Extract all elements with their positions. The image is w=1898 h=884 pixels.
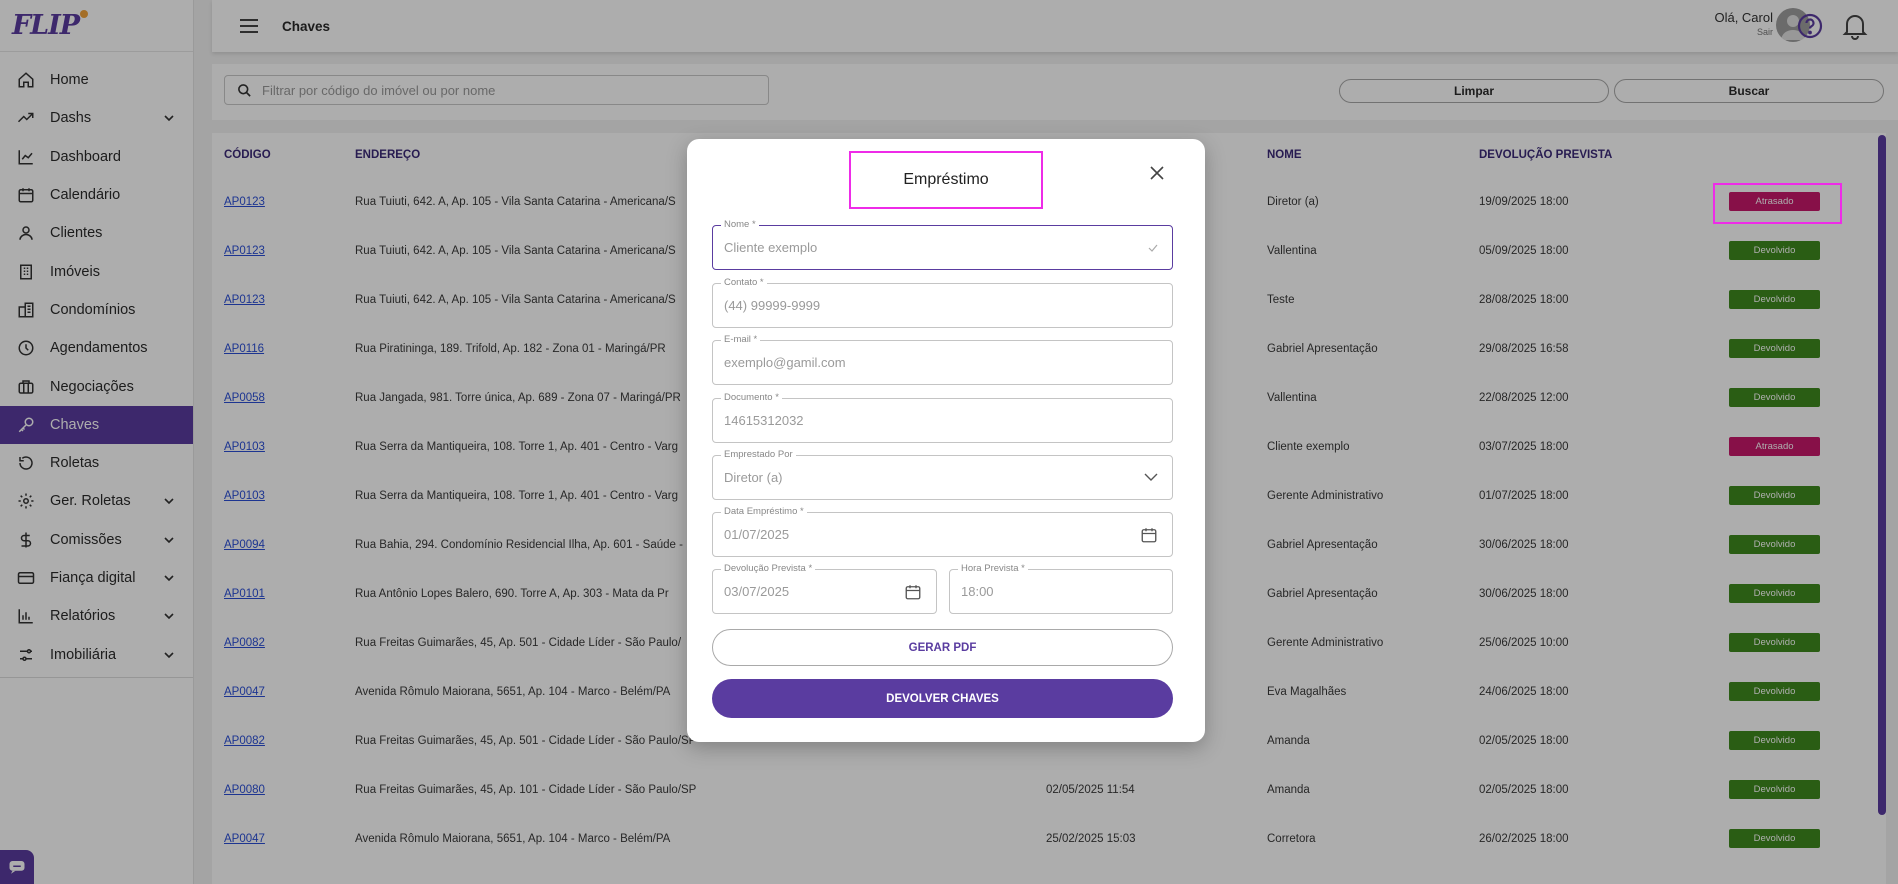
document-field-label: Documento * <box>721 392 782 403</box>
lent-by-select[interactable]: Emprestado Por Diretor (a) <box>712 449 1173 500</box>
contact-field-label: Contato * <box>721 277 767 288</box>
lent-by-label: Emprestado Por <box>721 449 796 460</box>
loan-date-value: 01/07/2025 <box>724 527 790 542</box>
name-field-value: Cliente exemplo <box>724 240 818 255</box>
close-icon[interactable] <box>1149 165 1165 181</box>
document-field[interactable]: Documento * 14615312032 <box>712 392 1173 443</box>
return-date-label: Devolução Prevista * <box>721 563 816 574</box>
contact-field-placeholder: (44) 99999-9999 <box>724 298 821 313</box>
modal-title: Empréstimo <box>849 151 1043 209</box>
generate-pdf-button[interactable]: GERAR PDF <box>712 629 1173 666</box>
name-field-label: Nome * <box>721 219 759 230</box>
name-field[interactable]: Nome * Cliente exemplo <box>712 219 1173 270</box>
return-keys-button[interactable]: DEVOLVER CHAVES <box>712 679 1173 718</box>
document-field-value: 14615312032 <box>724 413 804 428</box>
lent-by-value: Diretor (a) <box>724 470 783 485</box>
loan-modal: Empréstimo Nome * Cliente exemplo Contat… <box>687 139 1205 742</box>
contact-field[interactable]: Contato * (44) 99999-9999 <box>712 277 1173 328</box>
calendar-icon[interactable] <box>904 583 922 601</box>
email-field-placeholder: exemplo@gamil.com <box>724 355 846 370</box>
loan-date-label: Data Empréstimo * <box>721 506 807 517</box>
return-date-field[interactable]: Devolução Prevista * 03/07/2025 <box>712 563 937 614</box>
chevron-down-icon <box>1144 473 1158 481</box>
calendar-icon[interactable] <box>1140 526 1158 544</box>
highlight-box <box>1713 183 1842 224</box>
return-time-value: 18:00 <box>961 584 994 599</box>
check-icon <box>1148 244 1158 252</box>
return-time-field[interactable]: Hora Prevista * 18:00 <box>949 563 1173 614</box>
return-time-label: Hora Prevista * <box>958 563 1028 574</box>
email-field[interactable]: E-mail * exemplo@gamil.com <box>712 334 1173 385</box>
email-field-label: E-mail * <box>721 334 761 345</box>
return-date-value: 03/07/2025 <box>724 584 790 599</box>
loan-date-field[interactable]: Data Empréstimo * 01/07/2025 <box>712 506 1173 557</box>
